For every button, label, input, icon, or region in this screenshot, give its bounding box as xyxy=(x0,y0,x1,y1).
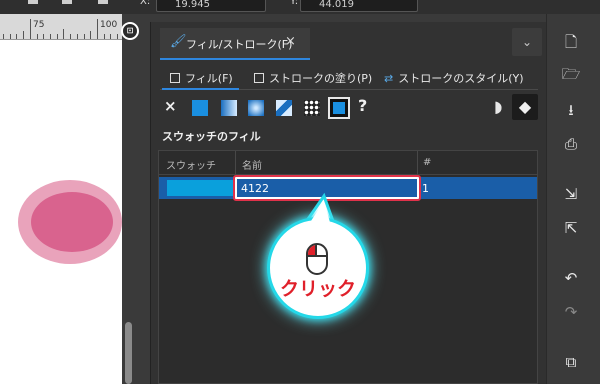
print-icon[interactable]: ⎙ xyxy=(559,132,583,156)
new-document-icon[interactable]: 🗋 xyxy=(559,30,583,54)
undo-icon[interactable]: ↶ xyxy=(559,266,583,290)
duplicate-icon[interactable]: ⧉ xyxy=(559,350,583,374)
export-icon[interactable]: ⇱ xyxy=(559,216,583,240)
callout-tail-cover xyxy=(309,201,331,226)
mouse-left-click-icon xyxy=(306,243,328,275)
open-icon[interactable]: 🗁 xyxy=(559,62,583,86)
redo-icon[interactable]: ↷ xyxy=(559,300,583,324)
callout-label: クリック xyxy=(279,278,356,300)
import-icon[interactable]: ⇲ xyxy=(559,182,583,206)
save-icon[interactable]: ⭳ xyxy=(559,98,583,122)
